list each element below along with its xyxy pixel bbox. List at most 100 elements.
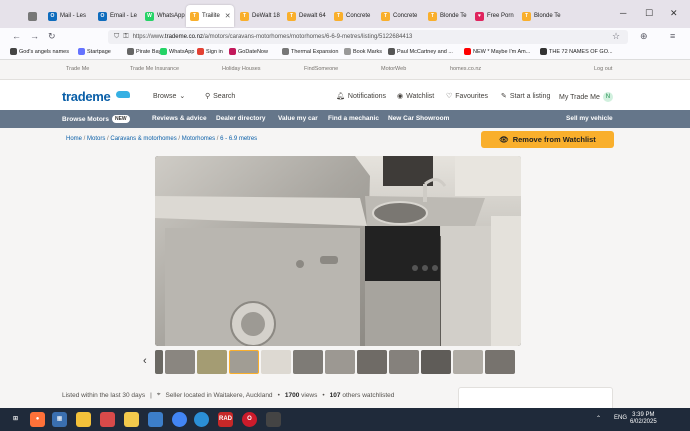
bookmark-item[interactable]: Paul McCartney and ... xyxy=(388,48,453,55)
bookmark-item[interactable]: Thermal Expansion xyxy=(282,48,338,55)
browser-tab[interactable]: O Mail - Les xyxy=(44,7,88,25)
bookmarks-bar: God's angels names Startpage Pirate Bay Wha… xyxy=(0,46,690,60)
toplink-homes[interactable]: homes.co.nz xyxy=(450,66,481,72)
trademe-logo[interactable]: trademe xyxy=(62,89,111,104)
dealer-directory-link[interactable]: Dealer directory xyxy=(216,115,266,122)
thumbnail[interactable] xyxy=(421,350,451,374)
thumbnail[interactable] xyxy=(261,350,291,374)
start-listing-link[interactable]: ✎ Start a listing xyxy=(501,92,550,101)
back-icon[interactable]: ← xyxy=(12,31,21,41)
toplink-insurance[interactable]: Trade Me Insurance xyxy=(130,66,179,72)
breadcrumb-length[interactable]: 6 - 6.9 metres xyxy=(220,136,257,142)
bookmark-item[interactable]: Sign in xyxy=(197,48,223,55)
favourites-link[interactable]: ♡ Favourites xyxy=(446,92,488,101)
browser-tab[interactable]: T Blonde Te xyxy=(518,7,562,25)
bookmark-item[interactable]: Pirate Bay xyxy=(127,48,161,55)
thumbnail[interactable] xyxy=(357,350,387,374)
browser-tab[interactable]: T DeWalt 18 xyxy=(236,7,280,25)
remove-from-watchlist-button[interactable]: 👁︎ Remove from Watchlist xyxy=(481,131,614,148)
tab-favicon-icon: T xyxy=(334,11,343,21)
bookmark-star-icon[interactable]: ☆ xyxy=(612,31,620,42)
language-indicator[interactable]: ENG xyxy=(614,415,627,421)
tray-chevron-icon[interactable]: ⌃ xyxy=(596,415,601,422)
bookmark-label: Paul McCartney and ... xyxy=(397,48,453,55)
search-link[interactable]: ⚲ Search xyxy=(205,92,235,101)
browser-tab[interactable]: T Concrete xyxy=(330,7,374,25)
watchlist-link[interactable]: ◉ Watchlist xyxy=(397,92,434,101)
toplink-trade-me[interactable]: Trade Me xyxy=(66,66,89,72)
browser-tab[interactable]: T Dewalt 64 xyxy=(283,7,327,25)
find-mechanic-link[interactable]: Find a mechanic xyxy=(328,115,379,122)
taskbar-clock[interactable]: 3:39 PM 6/02/2025 xyxy=(630,412,657,426)
sound-app-icon[interactable] xyxy=(100,412,115,427)
gallery-app-icon[interactable] xyxy=(148,412,163,427)
toplink-logout[interactable]: Log out xyxy=(594,66,612,72)
thumbnail[interactable] xyxy=(155,350,163,374)
bookmark-item[interactable]: Book Marks xyxy=(344,48,382,55)
rad-app-icon[interactable]: RAD xyxy=(218,412,233,427)
toplink-motorweb[interactable]: MotorWeb xyxy=(381,66,406,72)
thumbnail[interactable] xyxy=(293,350,323,374)
notifications-link[interactable]: 🔔︎ Notifications xyxy=(336,92,386,101)
toplink-findsomeone[interactable]: FindSomeone xyxy=(304,66,338,72)
new-car-showroom-link[interactable]: New Car Showroom xyxy=(388,115,449,122)
thumbnail[interactable] xyxy=(325,350,355,374)
chrome-icon[interactable] xyxy=(172,412,187,427)
browser-tab[interactable]: W WhatsApp xyxy=(141,7,185,25)
bookmark-item[interactable]: Startpage xyxy=(78,48,111,55)
browse-menu[interactable]: Browse ⌄ xyxy=(153,92,185,101)
seller-location: Seller located in Waitakere, Auckland xyxy=(165,391,273,399)
thumbnail[interactable] xyxy=(389,350,419,374)
notes-app-icon[interactable] xyxy=(124,412,139,427)
bookmark-item[interactable]: NEW * Maybe I'm Am... xyxy=(464,48,530,55)
browser-tab[interactable]: T Concrete xyxy=(377,7,421,25)
minimize-icon[interactable]: ─ xyxy=(620,8,626,18)
file-explorer-icon[interactable] xyxy=(76,412,91,427)
windows-start-icon[interactable]: ⊞ xyxy=(8,412,23,427)
breadcrumb-caravans[interactable]: Caravans & motorhomes xyxy=(110,136,176,142)
thumbnail[interactable] xyxy=(197,350,227,374)
tab-close-icon[interactable]: ✕ xyxy=(225,12,231,20)
close-window-icon[interactable]: ✕ xyxy=(670,8,678,19)
value-my-car-link[interactable]: Value my car xyxy=(278,115,318,122)
opera-icon[interactable]: O xyxy=(242,412,257,427)
toplink-holiday-houses[interactable]: Holiday Houses xyxy=(222,66,261,72)
bookmark-item[interactable]: God's angels names xyxy=(10,48,69,55)
reviews-link[interactable]: Reviews & advice xyxy=(152,115,207,122)
url-bar[interactable]: ⛉ ⚿ https://www.trademe.co.nz/a/motors/c… xyxy=(108,30,628,44)
thumbnail[interactable] xyxy=(485,350,515,374)
tab-favicon-icon: ♥ xyxy=(475,11,484,21)
chevron-left-icon[interactable]: ‹ xyxy=(143,355,147,367)
edge-icon[interactable] xyxy=(194,412,209,427)
bookmark-item[interactable]: GoDateNow xyxy=(229,48,268,55)
tab-label: WhatsApp xyxy=(157,13,185,19)
reload-icon[interactable]: ↻ xyxy=(48,31,56,42)
tab-overview-icon[interactable] xyxy=(28,12,37,21)
browser-tab[interactable]: ♥ Free Porn xyxy=(471,7,515,25)
breadcrumb-motorhomes[interactable]: Motorhomes xyxy=(182,136,215,142)
calendar-app-icon[interactable]: ▦ xyxy=(52,412,67,427)
extensions-icon[interactable]: ⊕ xyxy=(640,31,648,42)
forward-icon[interactable]: → xyxy=(30,31,39,41)
breadcrumb-home[interactable]: Home xyxy=(66,136,82,142)
kiwi-logo-icon xyxy=(116,91,130,98)
browser-tab[interactable]: T Blonde Te xyxy=(424,7,468,25)
firefox-icon[interactable]: ● xyxy=(30,412,45,427)
tool-app-icon[interactable] xyxy=(266,412,281,427)
my-trade-me-link[interactable]: My Trade Me N xyxy=(559,92,613,102)
browse-motors-link[interactable]: Browse Motors NEW xyxy=(62,115,130,123)
breadcrumb-motors[interactable]: Motors xyxy=(87,136,105,142)
maximize-icon[interactable]: ☐ xyxy=(645,8,653,19)
thumbnail-strip: ‹ xyxy=(143,350,523,375)
listing-main-photo[interactable] xyxy=(155,156,521,346)
menu-icon[interactable]: ≡ xyxy=(670,31,675,41)
sell-my-vehicle-link[interactable]: Sell my vehicle xyxy=(566,115,613,122)
bookmark-item[interactable]: THE 72 NAMES OF GO... xyxy=(540,48,613,55)
tab-favicon-icon: T xyxy=(381,11,390,21)
bookmark-item[interactable]: WhatsApp xyxy=(160,48,194,55)
thumbnail[interactable] xyxy=(453,350,483,374)
browser-tab[interactable]: T Trailite ✕ xyxy=(186,5,234,27)
thumbnail[interactable] xyxy=(165,350,195,374)
thumbnail[interactable] xyxy=(229,350,259,374)
browser-tab[interactable]: O Email - Le xyxy=(94,7,138,25)
